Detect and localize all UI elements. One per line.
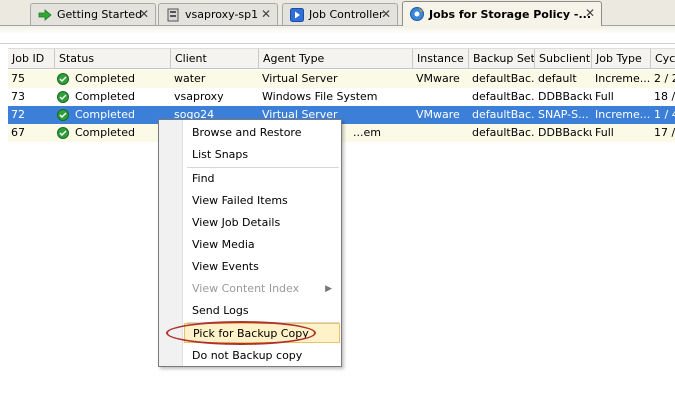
column-instance[interactable]: Instance [413,49,469,69]
tab-bar: Getting Started ✕ vsaproxy-sp1 ✕ Job Con… [0,0,675,26]
cycle-cell: 18 / [654,90,675,103]
client-cell: water [174,72,206,85]
menu-item-send-logs[interactable]: Send Logs [184,301,340,321]
job-id-cell: 72 [11,108,25,121]
job-type-cell: Increme... [595,72,651,85]
table-header: Job ID Status Client Agent Type Instance… [8,48,675,69]
client-cell: vsaproxy [174,90,224,103]
column-agent-type[interactable]: Agent Type [259,49,413,69]
cycle-cell: 17 / [654,126,675,139]
column-subclient[interactable]: Subclient [535,49,592,69]
close-icon[interactable]: ✕ [259,7,273,21]
job-id-cell: 67 [11,126,25,139]
menu-item-view-job-details[interactable]: View Job Details [184,213,340,233]
context-menu: Browse and Restore List Snaps Find View … [158,119,342,367]
status-cell: Completed [55,124,171,142]
tab-label: vsaproxy-sp1 [185,8,259,21]
column-cycle[interactable]: Cyc [651,49,675,69]
menu-item-label: View Content Index [192,282,300,295]
tab-label: Job Controller [309,8,384,21]
table-row[interactable]: 73 Completed vsaproxy Windows File Syste… [8,88,675,106]
column-backup-set[interactable]: Backup Set [469,49,535,69]
agent-type-cell: Virtual Server [262,72,338,85]
menu-icon-gutter [159,120,183,366]
menu-item-browse-and-restore[interactable]: Browse and Restore [184,123,340,143]
green-arrow-icon [37,7,53,23]
instance-cell: VMware [416,108,460,121]
subclient-cell: DDBBackup [538,90,592,103]
menu-separator [187,167,339,168]
menu-item-view-failed-items[interactable]: View Failed Items [184,191,340,211]
status-cell: Completed [55,106,171,124]
completed-check-icon [57,109,69,121]
job-type-cell: Full [595,126,614,139]
close-icon[interactable]: ✕ [379,7,393,21]
completed-check-icon [57,73,69,85]
menu-item-view-events[interactable]: View Events [184,257,340,277]
tab-getting-started[interactable]: Getting Started ✕ [30,3,156,25]
play-icon [289,7,305,23]
tab-job-controller[interactable]: Job Controller ✕ [282,3,398,25]
menu-item-pick-for-backup-copy[interactable]: Pick for Backup Copy [184,323,340,343]
menu-item-do-not-backup-copy[interactable]: Do not Backup copy [184,346,340,366]
agent-type-cell: ...em [353,126,381,139]
job-type-cell: Full [595,90,614,103]
subclient-cell: SNAP-S... [538,108,589,121]
backup-set-cell: defaultBac... [472,90,535,103]
status-cell: Completed [55,88,171,106]
column-job-type[interactable]: Job Type [592,49,651,69]
backup-set-cell: defaultBac... [472,72,535,85]
status-text: Completed [75,126,135,139]
menu-item-view-content-index: View Content Index ▶ [184,279,340,299]
tab-content-top [0,26,675,44]
agent-type-cell: Windows File System [262,90,378,103]
status-cell: Completed [55,70,171,88]
close-icon[interactable]: ✕ [137,7,151,21]
job-type-cell: Increme... [595,108,651,121]
job-id-cell: 75 [11,72,25,85]
column-status[interactable]: Status [55,49,171,69]
server-icon [165,7,181,23]
menu-item-view-media[interactable]: View Media [184,235,340,255]
tab-label: Jobs for Storage Policy -... [429,7,592,21]
tab-vsaproxy-sp1[interactable]: vsaproxy-sp1 ✕ [158,3,278,25]
submenu-arrow-icon: ▶ [325,284,332,294]
status-text: Completed [75,108,135,121]
job-id-cell: 73 [11,90,25,103]
storage-policy-icon [409,6,425,22]
close-icon[interactable]: ✕ [583,6,597,20]
tab-label: Getting Started [57,8,143,21]
backup-set-cell: defaultBac... [472,126,535,139]
completed-check-icon [57,91,69,103]
table-row[interactable]: 75 Completed water Virtual Server VMware… [8,70,675,88]
status-text: Completed [75,90,135,103]
column-job-id[interactable]: Job ID [8,49,55,69]
instance-cell [413,88,469,106]
instance-cell: VMware [416,72,460,85]
status-text: Completed [75,72,135,85]
completed-check-icon [57,127,69,139]
subclient-cell: DDBBackup [538,126,592,139]
subclient-cell: default [538,72,577,85]
instance-cell [413,124,469,142]
cycle-cell: 2 / 2 [654,72,675,85]
column-client[interactable]: Client [171,49,259,69]
backup-set-cell: defaultBac... [472,108,535,121]
menu-item-list-snaps[interactable]: List Snaps [184,145,340,165]
tab-jobs-for-storage-policy[interactable]: Jobs for Storage Policy -... ✕ [402,1,602,26]
menu-item-find[interactable]: Find [184,169,340,189]
cycle-cell: 1 / 4 [654,108,675,121]
